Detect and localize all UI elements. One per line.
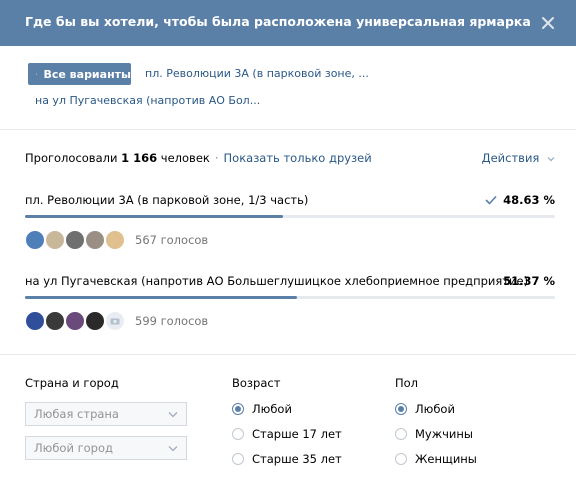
filters-panel: Страна и город Любая страна Любой город … bbox=[0, 354, 576, 487]
age-option-label: Любой bbox=[252, 402, 292, 416]
poll-option[interactable]: пл. Революции 3А (в парковой зоне, 1/3 ч… bbox=[25, 193, 555, 253]
show-friends-link[interactable]: Показать только друзей bbox=[224, 151, 372, 165]
votes-count[interactable]: 599 голосов bbox=[135, 314, 208, 328]
gender-option-male[interactable]: Мужчины bbox=[395, 427, 473, 441]
actions-dropdown[interactable]: Действия bbox=[482, 151, 555, 165]
chevron-down-icon bbox=[168, 446, 178, 452]
gender-option-label: Любой bbox=[415, 402, 455, 416]
avatar[interactable] bbox=[65, 311, 85, 331]
camera-placeholder-icon[interactable] bbox=[105, 311, 125, 331]
progress-track bbox=[25, 215, 555, 218]
tab-all-variants[interactable]: Все варианты bbox=[28, 63, 131, 85]
option-text: пл. Революции 3А (в парковой зоне, 1/3 ч… bbox=[25, 193, 309, 207]
avatar[interactable] bbox=[25, 311, 45, 331]
radio-icon bbox=[232, 428, 244, 440]
avatar[interactable] bbox=[25, 230, 45, 250]
avatar[interactable] bbox=[45, 230, 65, 250]
modal-title: Где бы вы хотели, чтобы была расположена… bbox=[25, 14, 531, 29]
location-filter-title: Страна и город bbox=[25, 376, 119, 390]
country-select[interactable]: Любая страна bbox=[25, 402, 187, 426]
chevron-down-icon bbox=[547, 157, 555, 162]
actions-label: Действия bbox=[481, 151, 540, 165]
radio-icon bbox=[395, 453, 407, 465]
tab-all-variants-label: Все варианты bbox=[43, 67, 131, 81]
voters-row[interactable]: 599 голосов bbox=[25, 310, 208, 332]
gender-option-any[interactable]: Любой bbox=[395, 402, 455, 416]
gender-filter-title: Пол bbox=[395, 376, 419, 390]
answer-tabs: Все варианты пл. Революции 3А (в парково… bbox=[0, 46, 576, 130]
gender-option-female[interactable]: Женщины bbox=[395, 452, 477, 466]
checkmark-icon bbox=[485, 195, 497, 205]
age-filter-title: Возраст bbox=[232, 376, 281, 390]
radio-selected-icon bbox=[395, 403, 407, 415]
city-select[interactable]: Любой город bbox=[25, 436, 187, 460]
voted-unit: человек bbox=[160, 151, 210, 165]
option-percent: 48.63 % bbox=[485, 193, 555, 207]
voted-summary: Проголосовали 1 166 человек · Показать тол… bbox=[25, 151, 372, 165]
radio-icon bbox=[395, 428, 407, 440]
close-icon[interactable] bbox=[536, 11, 560, 35]
age-option-35[interactable]: Старше 35 лет bbox=[232, 452, 342, 466]
gender-option-label: Мужчины bbox=[415, 427, 473, 441]
voted-count: 1 166 bbox=[121, 151, 158, 165]
chevron-down-icon bbox=[168, 412, 178, 418]
tab-option-2[interactable]: на ул Пугачевская (напротив АО Бол... bbox=[35, 94, 260, 107]
progress-fill bbox=[25, 296, 298, 299]
city-select-value: Любой город bbox=[34, 441, 113, 455]
voters-row[interactable]: 567 голосов bbox=[25, 229, 208, 251]
avatar[interactable] bbox=[105, 230, 125, 250]
age-option-label: Старше 17 лет bbox=[252, 427, 342, 441]
option-percent-value: 51.37 % bbox=[503, 274, 555, 288]
bar-chart-icon bbox=[36, 73, 38, 75]
avatar[interactable] bbox=[85, 311, 105, 331]
progress-fill bbox=[25, 215, 283, 218]
avatar[interactable] bbox=[85, 230, 105, 250]
separator: · bbox=[214, 151, 219, 165]
tab-option-1[interactable]: пл. Революции 3А (в парковой зоне, ... bbox=[145, 67, 369, 80]
option-text: на ул Пугачевская (напротив АО Большеглу… bbox=[25, 274, 529, 288]
option-percent: 51.37 % bbox=[503, 274, 555, 288]
age-option-17[interactable]: Старше 17 лет bbox=[232, 427, 342, 441]
poll-summary: Проголосовали 1 166 человек · Показать тол… bbox=[25, 151, 555, 169]
progress-track bbox=[25, 296, 555, 299]
option-percent-value: 48.63 % bbox=[503, 193, 555, 207]
country-select-value: Любая страна bbox=[34, 407, 119, 421]
radio-icon bbox=[232, 453, 244, 465]
modal-header: Где бы вы хотели, чтобы была расположена… bbox=[0, 0, 576, 46]
poll-option[interactable]: на ул Пугачевская (напротив АО Большеглу… bbox=[25, 274, 555, 334]
votes-count[interactable]: 567 голосов bbox=[135, 233, 208, 247]
gender-option-label: Женщины bbox=[415, 452, 477, 466]
radio-selected-icon bbox=[232, 403, 244, 415]
avatar[interactable] bbox=[45, 311, 65, 331]
age-option-any[interactable]: Любой bbox=[232, 402, 292, 416]
voted-label: Проголосовали bbox=[25, 151, 118, 165]
age-option-label: Старше 35 лет bbox=[252, 452, 342, 466]
avatar[interactable] bbox=[65, 230, 85, 250]
